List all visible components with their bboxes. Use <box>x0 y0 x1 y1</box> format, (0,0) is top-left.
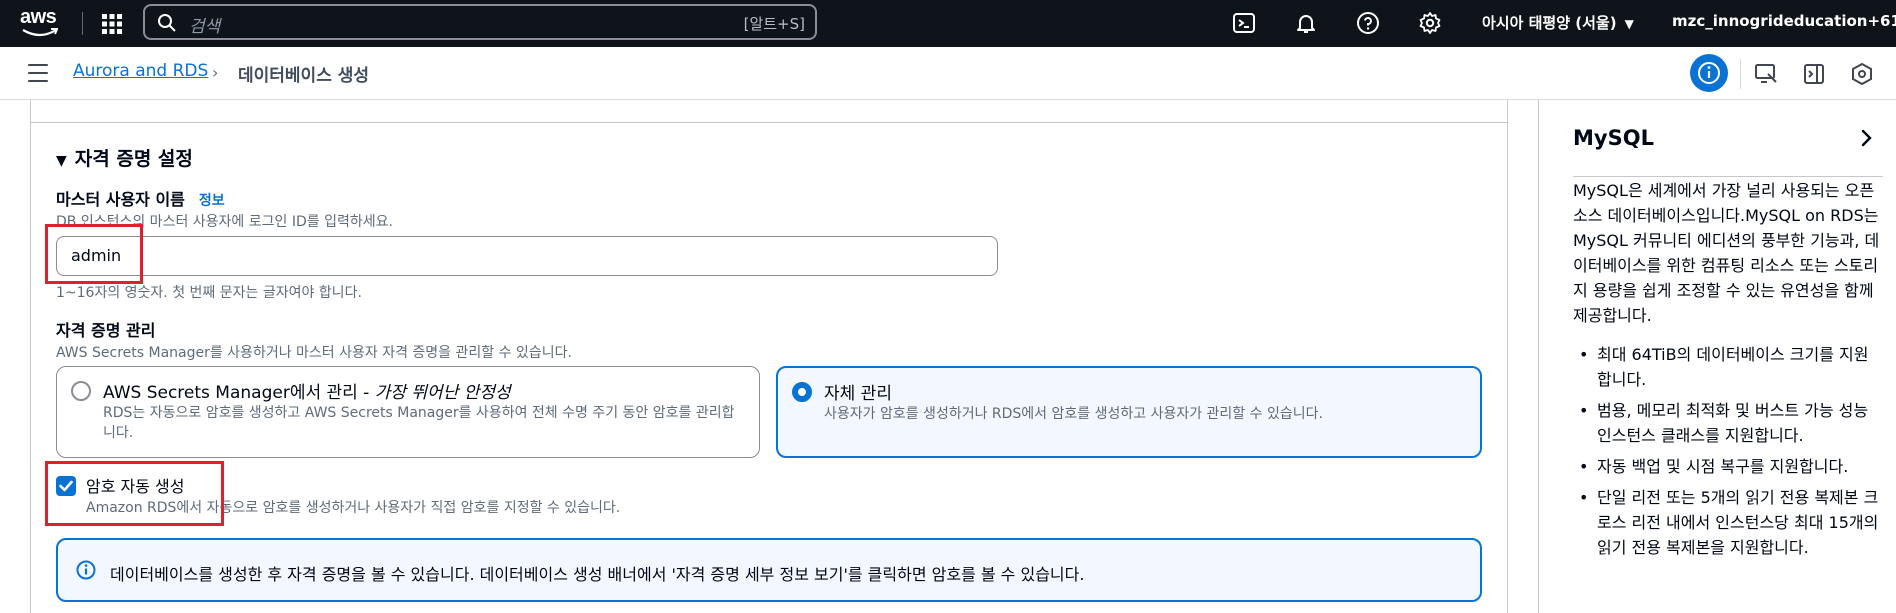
list-item: 자동 백업 및 시점 복구를 지원합니다. <box>1573 454 1883 479</box>
highlight-box <box>45 224 143 284</box>
info-icon <box>1698 62 1720 84</box>
chevron-right-icon[interactable] <box>1859 128 1875 148</box>
search-shortcut: [알트+S] <box>743 15 805 33</box>
caret-down-icon: ▼ <box>56 153 67 169</box>
bell-icon[interactable] <box>1294 11 1318 35</box>
credential-management-description: AWS Secrets Manager를 사용하거나 마스터 사용자 자격 증명… <box>56 345 572 361</box>
radio-button-selected[interactable] <box>792 382 812 402</box>
highlight-box <box>45 461 224 526</box>
nav-divider <box>82 12 83 35</box>
breadcrumb-current: 데이터베이스 생성 <box>238 66 370 86</box>
help-description: MySQL은 세계에서 가장 널리 사용되는 오픈 소스 데이터베이스입니다.M… <box>1573 181 1880 325</box>
credential-management-label: 자격 증명 관리 <box>56 321 156 340</box>
feedback-icon[interactable] <box>1754 62 1778 86</box>
help-feature-list: 최대 64TiB의 데이터베이스 크기를 지원합니다. 범용, 메모리 최적화 … <box>1573 342 1883 566</box>
option-description: 사용자가 암호를 생성하거나 RDS에서 암호를 생성하고 사용자가 관리할 수… <box>824 406 1323 422</box>
aws-smile-icon <box>22 28 58 37</box>
section-divider <box>30 122 1508 123</box>
option-title: AWS Secrets Manager에서 관리 - 가장 뛰어난 안정성 <box>103 383 511 403</box>
breadcrumb-bar: Aurora and RDS › 데이터베이스 생성 <box>0 47 1896 100</box>
search-placeholder: 검색 <box>189 17 221 37</box>
master-username-constraint: 1~16자의 영숫자. 첫 번째 문자는 글자여야 합니다. <box>56 285 362 301</box>
option-description: RDS는 자동으로 암호를 생성하고 AWS Secrets Manager를 … <box>103 405 735 441</box>
toolbar-divider <box>1740 59 1741 89</box>
search-input[interactable]: 검색 [알트+S] <box>143 4 817 40</box>
region-selector[interactable]: 아시아 태평양 (서울) ▼ <box>1482 12 1634 33</box>
help-panel: MySQL MySQL은 세계에서 가장 널리 사용되는 오픈 소스 데이터베이… <box>1538 100 1896 613</box>
caret-down-icon: ▼ <box>1624 17 1634 31</box>
breadcrumb-link[interactable]: Aurora and RDS <box>73 61 208 81</box>
master-username-input[interactable]: admin <box>56 236 998 276</box>
account-menu[interactable]: mzc_innogrideducation+61▼ <box>1672 12 1896 30</box>
help-panel-title: MySQL <box>1573 126 1654 150</box>
list-item: 최대 64TiB의 데이터베이스 크기를 지원합니다. <box>1573 342 1883 392</box>
apps-grid-icon[interactable] <box>100 12 124 36</box>
hexagon-settings-icon[interactable] <box>1850 62 1874 86</box>
option-title: 자체 관리 <box>824 384 892 404</box>
panel-toggle-icon[interactable] <box>1802 62 1826 86</box>
menu-icon[interactable] <box>28 64 48 82</box>
alert-message: 데이터베이스를 생성한 후 자격 증명을 볼 수 있습니다. 데이터베이스 생성… <box>110 565 1085 584</box>
top-navigation: aws 검색 [알트+S] 아시아 태평양 (서울) ▼ mzc_innogri… <box>0 0 1896 47</box>
info-icon <box>76 560 96 580</box>
self-managed-option[interactable]: 자체 관리 사용자가 암호를 생성하거나 RDS에서 암호를 생성하고 사용자가… <box>776 366 1482 458</box>
help-icon[interactable] <box>1356 11 1380 35</box>
list-item: 단일 리전 또는 5개의 읽기 전용 복제본 크로스 리전 내에서 인스턴스당 … <box>1573 485 1883 560</box>
list-item: 범용, 메모리 최적화 및 버스트 가능 성능 인스턴스 클래스를 지원합니다. <box>1573 398 1883 448</box>
info-alert: 데이터베이스를 생성한 후 자격 증명을 볼 수 있습니다. 데이터베이스 생성… <box>56 538 1482 602</box>
radio-button[interactable] <box>71 381 91 401</box>
help-panel-body <box>1573 176 1883 177</box>
gear-icon[interactable] <box>1418 11 1442 35</box>
master-username-label: 마스터 사용자 이름 정보 <box>56 190 225 209</box>
info-link[interactable]: 정보 <box>199 193 225 209</box>
info-panel-button[interactable] <box>1690 54 1728 92</box>
section-header[interactable]: ▼ 자격 증명 설정 <box>56 144 193 171</box>
secrets-manager-option[interactable]: AWS Secrets Manager에서 관리 - 가장 뛰어난 안정성 RD… <box>56 366 760 458</box>
search-icon <box>158 14 176 32</box>
breadcrumb-separator: › <box>212 63 219 82</box>
aws-logo[interactable]: aws <box>20 6 64 40</box>
cloudshell-icon[interactable] <box>1232 11 1256 35</box>
